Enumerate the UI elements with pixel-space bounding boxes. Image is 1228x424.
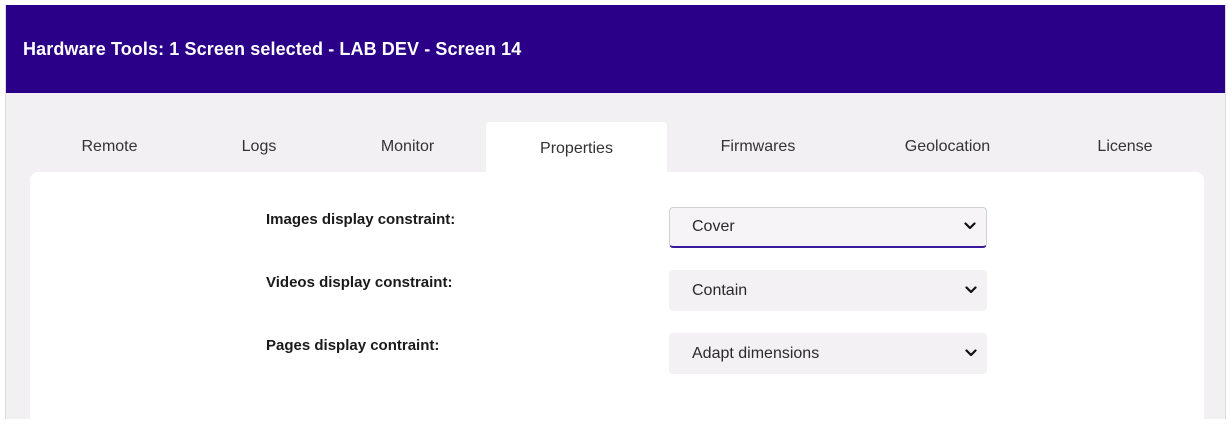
- videos-constraint-label: Videos display constraint:: [266, 274, 453, 291]
- pages-constraint-value: Adapt dimensions: [692, 344, 820, 362]
- images-constraint-row: Images display constraint: Cover: [30, 207, 1204, 251]
- hardware-tools-modal: Hardware Tools: 1 Screen selected - LAB …: [5, 5, 1226, 424]
- tab-monitor[interactable]: Monitor: [329, 122, 486, 172]
- tab-remote[interactable]: Remote: [30, 122, 189, 172]
- chevron-down-icon: [964, 222, 976, 230]
- pages-constraint-row: Pages display contraint: Adapt dimension…: [30, 333, 1204, 377]
- properties-panel: Images display constraint: Cover Videos …: [30, 172, 1204, 424]
- chevron-down-icon: [965, 285, 977, 293]
- videos-constraint-select[interactable]: Contain: [669, 270, 987, 311]
- chevron-down-icon: [965, 348, 977, 356]
- images-constraint-value: Cover: [692, 218, 735, 235]
- videos-constraint-value: Contain: [692, 281, 748, 299]
- tab-logs[interactable]: Logs: [189, 122, 329, 172]
- images-constraint-select[interactable]: Cover: [669, 207, 987, 248]
- modal-header: Hardware Tools: 1 Screen selected - LAB …: [6, 5, 1225, 93]
- tab-geolocation[interactable]: Geolocation: [849, 122, 1046, 172]
- modal-title: Hardware Tools: 1 Screen selected - LAB …: [23, 38, 522, 59]
- pages-constraint-select[interactable]: Adapt dimensions: [669, 333, 987, 374]
- tab-bar: Remote Logs Monitor Properties Firmwares…: [30, 122, 1204, 175]
- images-constraint-label: Images display constraint:: [266, 211, 456, 228]
- tab-license[interactable]: License: [1046, 122, 1204, 172]
- tab-properties[interactable]: Properties: [486, 122, 667, 175]
- tab-firmwares[interactable]: Firmwares: [667, 122, 849, 172]
- videos-constraint-row: Videos display constraint: Contain: [30, 270, 1204, 314]
- pages-constraint-label: Pages display contraint:: [266, 337, 440, 354]
